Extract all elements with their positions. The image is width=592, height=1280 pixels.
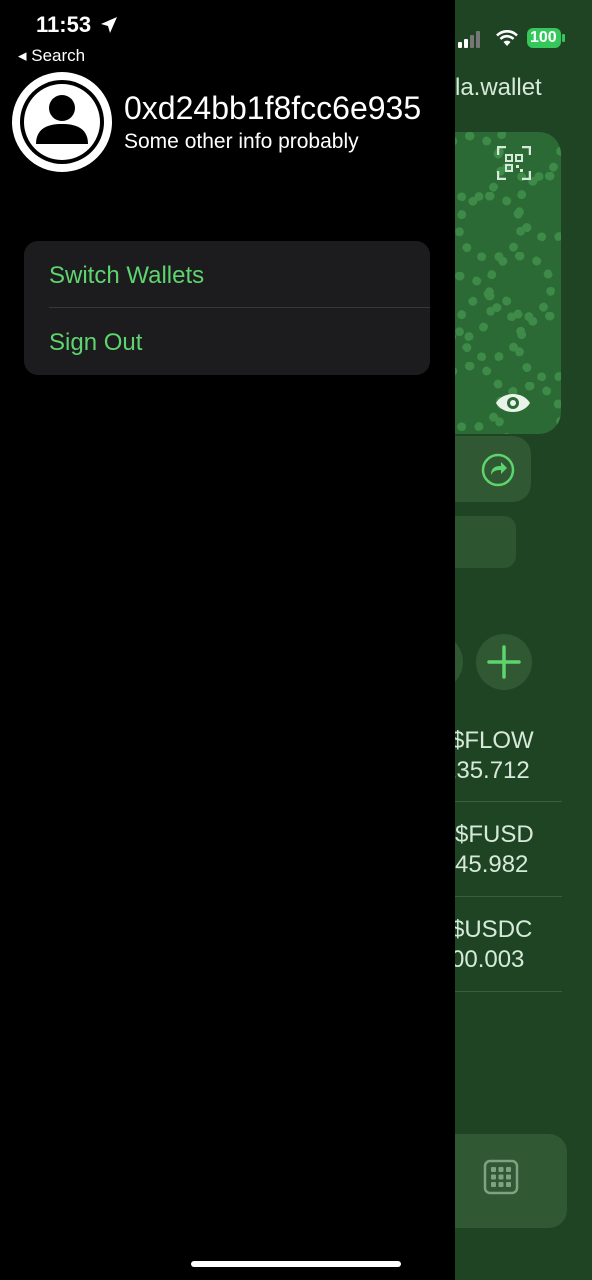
add-token-button[interactable]	[476, 634, 532, 690]
divider	[455, 991, 562, 992]
wallet-address: 0xd24bb1f8fcc6e935	[124, 90, 422, 126]
qr-scan-icon[interactable]	[497, 146, 531, 180]
menu-item-label: Sign Out	[49, 329, 143, 356]
token-amount: 45.982	[455, 851, 529, 878]
status-bar-right: 100	[457, 28, 592, 50]
divider	[455, 896, 562, 897]
token-amount: 00.003	[455, 946, 525, 973]
back-to-search-link[interactable]: ◂ Search	[18, 46, 85, 66]
signal-icon	[458, 31, 480, 48]
switch-wallets-item[interactable]: Switch Wallets	[24, 241, 430, 307]
drawer-menu: Switch Wallets Sign Out	[24, 241, 430, 375]
battery-tip	[562, 34, 565, 42]
token-row[interactable]: $USDC 00.003	[455, 915, 532, 975]
avatar-icon[interactable]	[12, 72, 112, 172]
location-arrow-icon	[101, 17, 117, 33]
send-icon[interactable]	[481, 453, 515, 487]
divider	[455, 801, 562, 802]
partial-button[interactable]	[455, 634, 463, 690]
search-bar[interactable]	[455, 516, 516, 568]
token-amount: 135.712	[455, 757, 530, 784]
home-indicator[interactable]	[191, 1261, 401, 1267]
side-drawer: 11:53 ◂ Search 0xd24bb1f8fcc6e935 Some o…	[0, 0, 455, 1280]
background-wallet-app: 100 la.wallet $FLOW 35.712 $FUSD 45.982 …	[455, 0, 592, 1280]
token-row[interactable]: $FLOW 135.712	[455, 726, 534, 786]
wallet-title: la.wallet	[455, 74, 542, 101]
keypad-icon[interactable]	[483, 1159, 519, 1195]
sign-out-item[interactable]: Sign Out	[24, 308, 430, 374]
status-time: 11:53	[36, 12, 92, 37]
token-symbol: $USDC	[455, 916, 533, 943]
token-symbol: $FUSD	[455, 821, 534, 848]
plus-icon	[487, 645, 521, 679]
battery-level: 100	[530, 29, 557, 46]
token-row[interactable]: $FUSD 45.982	[455, 820, 534, 880]
token-symbol: $FLOW	[455, 727, 534, 754]
battery-icon: 100	[527, 28, 561, 48]
eye-icon[interactable]	[495, 390, 531, 416]
profile-subtitle: Some other info probably	[124, 130, 359, 153]
menu-item-label: Switch Wallets	[49, 262, 205, 289]
wifi-icon	[496, 30, 518, 46]
